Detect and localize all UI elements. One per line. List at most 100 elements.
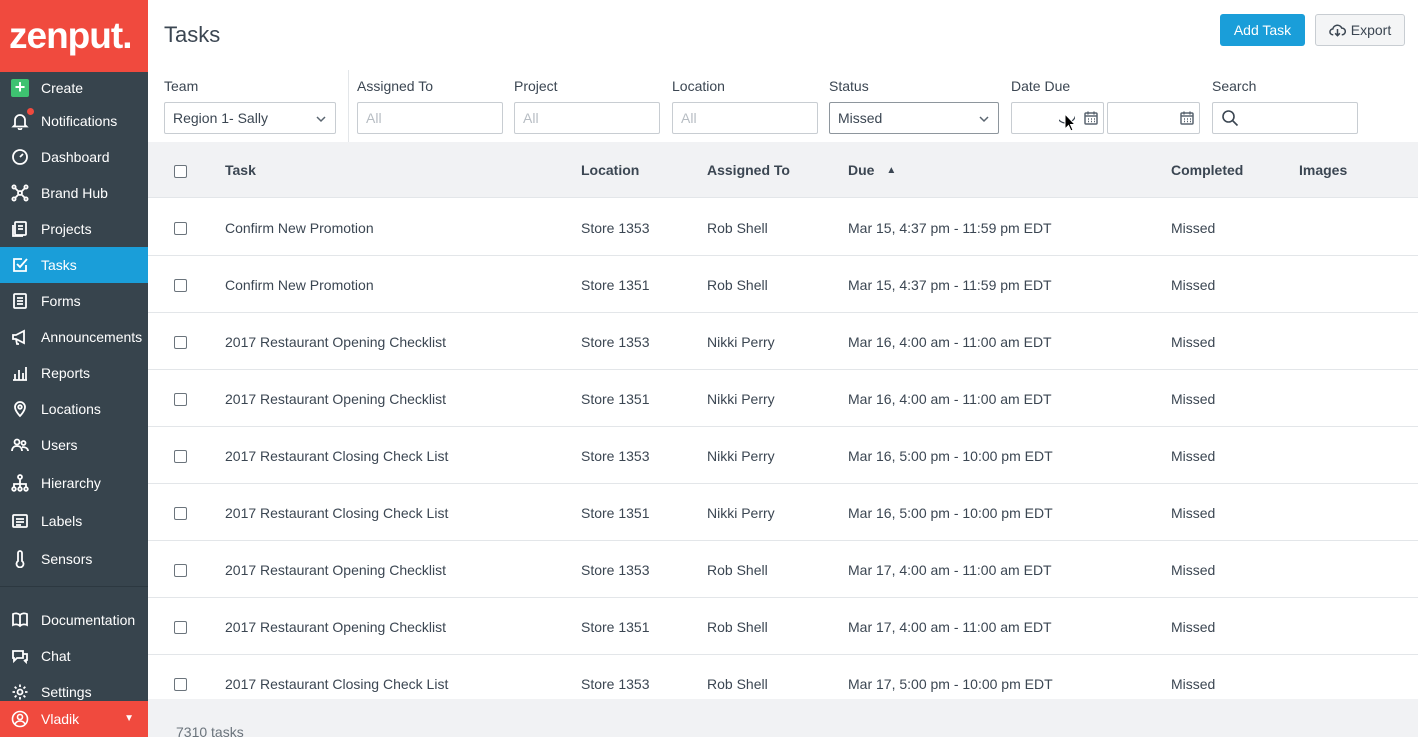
row-checkbox[interactable] — [174, 678, 187, 691]
sidebar-item-users[interactable]: Users — [0, 427, 148, 463]
date-due-start-input[interactable] — [1011, 102, 1104, 134]
sidebar-item-create[interactable]: + Create — [0, 70, 148, 106]
cell-task[interactable]: 2017 Restaurant Opening Checklist — [225, 391, 446, 407]
project-input[interactable]: All — [514, 102, 660, 134]
cell-completed: Missed — [1171, 619, 1216, 635]
cell-assigned-to: Rob Shell — [707, 220, 768, 236]
table-row[interactable]: 2017 Restaurant Opening Checklist Store 1… — [148, 313, 1418, 370]
cell-completed: Missed — [1171, 676, 1216, 692]
select-all-checkbox[interactable] — [174, 165, 187, 178]
sidebar-item-brand-hub[interactable]: Brand Hub — [0, 175, 148, 211]
sidebar-item-documentation[interactable]: Documentation — [0, 602, 148, 638]
cell-due: Mar 16, 4:00 am - 11:00 am EDT — [848, 334, 1052, 350]
sidebar: zenput. + Create Notifications Dashboard… — [0, 0, 148, 737]
sidebar-item-label: Chat — [41, 648, 71, 664]
sidebar-item-sensors[interactable]: Sensors — [0, 541, 148, 577]
table-row[interactable]: 2017 Restaurant Closing Check List Store … — [148, 484, 1418, 541]
sidebar-item-notifications[interactable]: Notifications — [0, 103, 148, 139]
column-header-assigned-to[interactable]: Assigned To — [707, 162, 790, 178]
row-checkbox[interactable] — [174, 621, 187, 634]
table-row[interactable]: 2017 Restaurant Opening Checklist Store 1… — [148, 541, 1418, 598]
table-row[interactable]: 2017 Restaurant Opening Checklist Store 1… — [148, 370, 1418, 427]
calendar-icon[interactable] — [1179, 110, 1195, 126]
sidebar-item-label: Brand Hub — [41, 185, 108, 201]
cell-task[interactable]: Confirm New Promotion — [225, 220, 374, 236]
cell-due: Mar 17, 5:00 pm - 10:00 pm EDT — [848, 676, 1053, 692]
column-header-due[interactable]: Due ▲ — [848, 162, 896, 178]
row-checkbox[interactable] — [174, 393, 187, 406]
task-count: 7310 tasks — [176, 724, 244, 737]
sidebar-item-locations[interactable]: Locations — [0, 391, 148, 427]
users-icon — [11, 436, 29, 454]
row-checkbox[interactable] — [174, 564, 187, 577]
cell-completed: Missed — [1171, 448, 1216, 464]
row-checkbox[interactable] — [174, 279, 187, 292]
search-label: Search — [1212, 78, 1257, 94]
cell-location: Store 1353 — [581, 562, 650, 578]
search-input[interactable] — [1212, 102, 1358, 134]
zenput-logo[interactable]: zenput. — [0, 0, 148, 72]
sidebar-item-reports[interactable]: Reports — [0, 355, 148, 391]
table-row[interactable]: 2017 Restaurant Opening Checklist Store 1… — [148, 598, 1418, 655]
cell-task[interactable]: 2017 Restaurant Closing Check List — [225, 448, 448, 464]
cell-assigned-to: Nikki Perry — [707, 505, 775, 521]
cell-task[interactable]: 2017 Restaurant Closing Check List — [225, 505, 448, 521]
export-button[interactable]: Export — [1315, 14, 1405, 46]
sidebar-item-forms[interactable]: Forms — [0, 283, 148, 319]
user-menu[interactable]: Vladik ▼ — [0, 701, 148, 737]
team-select[interactable]: Region 1- Sally — [164, 102, 336, 134]
column-header-location[interactable]: Location — [581, 162, 639, 178]
date-due-end-input[interactable] — [1107, 102, 1200, 134]
sidebar-item-label: Sensors — [41, 551, 93, 567]
labels-icon — [11, 512, 29, 530]
cell-completed: Missed — [1171, 334, 1216, 350]
chevron-down-icon — [315, 112, 327, 124]
chevron-down-icon: ▼ — [124, 713, 134, 724]
column-header-completed[interactable]: Completed — [1171, 162, 1243, 178]
cell-due: Mar 16, 5:00 pm - 10:00 pm EDT — [848, 448, 1053, 464]
cell-due: Mar 15, 4:37 pm - 11:59 pm EDT — [848, 277, 1052, 293]
user-name: Vladik — [41, 711, 80, 727]
cell-location: Store 1353 — [581, 676, 650, 692]
status-select[interactable]: Missed — [829, 102, 999, 134]
sidebar-item-projects[interactable]: Projects — [0, 211, 148, 247]
cell-due: Mar 16, 4:00 am - 11:00 am EDT — [848, 391, 1052, 407]
cell-assigned-to: Nikki Perry — [707, 334, 775, 350]
column-header-task[interactable]: Task — [225, 162, 256, 178]
add-task-button[interactable]: Add Task — [1220, 14, 1305, 46]
cell-assigned-to: Rob Shell — [707, 619, 768, 635]
row-checkbox[interactable] — [174, 336, 187, 349]
row-checkbox[interactable] — [174, 222, 187, 235]
cell-completed: Missed — [1171, 277, 1216, 293]
cell-task[interactable]: 2017 Restaurant Opening Checklist — [225, 619, 446, 635]
cell-assigned-to: Rob Shell — [707, 676, 768, 692]
row-checkbox[interactable] — [174, 507, 187, 520]
sidebar-item-dashboard[interactable]: Dashboard — [0, 139, 148, 175]
cell-task[interactable]: Confirm New Promotion — [225, 277, 374, 293]
cell-location: Store 1351 — [581, 619, 650, 635]
sidebar-item-hierarchy[interactable]: Hierarchy — [0, 465, 148, 501]
cell-task[interactable]: 2017 Restaurant Closing Check List — [225, 676, 448, 692]
table-row[interactable]: 2017 Restaurant Closing Check List Store … — [148, 427, 1418, 484]
chat-icon — [11, 647, 29, 665]
sidebar-item-tasks[interactable]: Tasks — [0, 247, 148, 283]
column-header-images[interactable]: Images — [1299, 162, 1347, 178]
logo-text: zenput. — [9, 15, 132, 56]
table-row[interactable]: Confirm New Promotion Store 1353 Rob Shell… — [148, 199, 1418, 256]
assigned-to-input[interactable]: All — [357, 102, 503, 134]
cell-task[interactable]: 2017 Restaurant Opening Checklist — [225, 334, 446, 350]
cell-due: Mar 15, 4:37 pm - 11:59 pm EDT — [848, 220, 1052, 236]
sidebar-item-chat[interactable]: Chat — [0, 638, 148, 674]
cell-assigned-to: Nikki Perry — [707, 391, 775, 407]
sidebar-item-labels[interactable]: Labels — [0, 503, 148, 539]
sidebar-item-announcements[interactable]: Announcements — [0, 319, 148, 355]
cell-completed: Missed — [1171, 220, 1216, 236]
cell-task[interactable]: 2017 Restaurant Opening Checklist — [225, 562, 446, 578]
calendar-icon[interactable] — [1083, 110, 1099, 126]
date-due-label: Date Due — [1011, 78, 1071, 94]
table-row[interactable]: Confirm New Promotion Store 1351 Rob Shell… — [148, 256, 1418, 313]
location-input[interactable]: All — [672, 102, 818, 134]
hub-icon — [11, 184, 29, 202]
cell-due: Mar 17, 4:00 am - 11:00 am EDT — [848, 562, 1052, 578]
row-checkbox[interactable] — [174, 450, 187, 463]
